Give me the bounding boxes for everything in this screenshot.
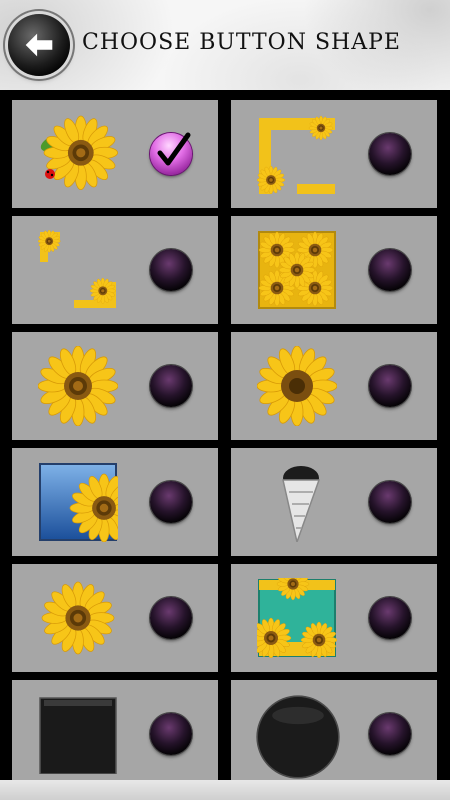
shape-option-sunflower-small[interactable] <box>12 564 218 672</box>
option-radio[interactable] <box>369 597 411 639</box>
sunflower-sky-tile-icon <box>38 462 118 542</box>
sunflower-icon <box>38 346 118 426</box>
page-title: CHOOSE BUTTON SHAPE <box>82 30 401 55</box>
shape-option-sunflower-ladybug[interactable] <box>12 100 218 208</box>
shape-option-black-circle[interactable] <box>231 680 437 780</box>
option-radio[interactable] <box>150 481 192 523</box>
back-button[interactable] <box>8 14 70 76</box>
option-radio[interactable] <box>369 249 411 291</box>
black-circle-icon <box>255 694 341 780</box>
option-radio[interactable] <box>150 249 192 291</box>
sunflower-pattern-tile-icon <box>257 230 337 310</box>
shape-option-black-square[interactable] <box>12 680 218 780</box>
option-radio[interactable] <box>150 132 192 175</box>
option-radio[interactable] <box>150 365 192 407</box>
arrow-left-icon <box>25 33 53 57</box>
option-radio[interactable] <box>150 713 192 755</box>
shape-option-sunflower-frame[interactable] <box>231 100 437 208</box>
sunflower-seeds-cone-icon <box>257 462 337 542</box>
sunflower-border-frame-icon <box>257 114 337 194</box>
sunflower-small-icon <box>38 578 118 658</box>
sunflower-round-icon <box>257 346 337 426</box>
shape-option-sunflower-tile[interactable] <box>231 216 437 324</box>
shape-option-sunflower-sky[interactable] <box>12 448 218 556</box>
shape-grid <box>0 90 450 780</box>
option-radio[interactable] <box>150 597 192 639</box>
shape-option-seed-cone[interactable] <box>231 448 437 556</box>
sunflower-with-ladybug-icon <box>38 114 118 194</box>
option-radio[interactable] <box>369 713 411 755</box>
shape-option-sunflower-teal[interactable] <box>231 564 437 672</box>
option-radio[interactable] <box>369 133 411 175</box>
black-square-icon <box>38 694 118 774</box>
sunflower-teal-tile-icon <box>257 578 337 658</box>
shape-option-sunflower-corners[interactable] <box>12 216 218 324</box>
shape-option-sunflower-flat[interactable] <box>12 332 218 440</box>
option-radio[interactable] <box>369 481 411 523</box>
option-radio[interactable] <box>369 365 411 407</box>
header-bar: CHOOSE BUTTON SHAPE <box>0 0 450 90</box>
footer-bar <box>0 780 450 800</box>
sunflower-corner-frame-icon <box>38 230 118 310</box>
shape-option-sunflower-round[interactable] <box>231 332 437 440</box>
checkmark-icon <box>157 132 191 166</box>
